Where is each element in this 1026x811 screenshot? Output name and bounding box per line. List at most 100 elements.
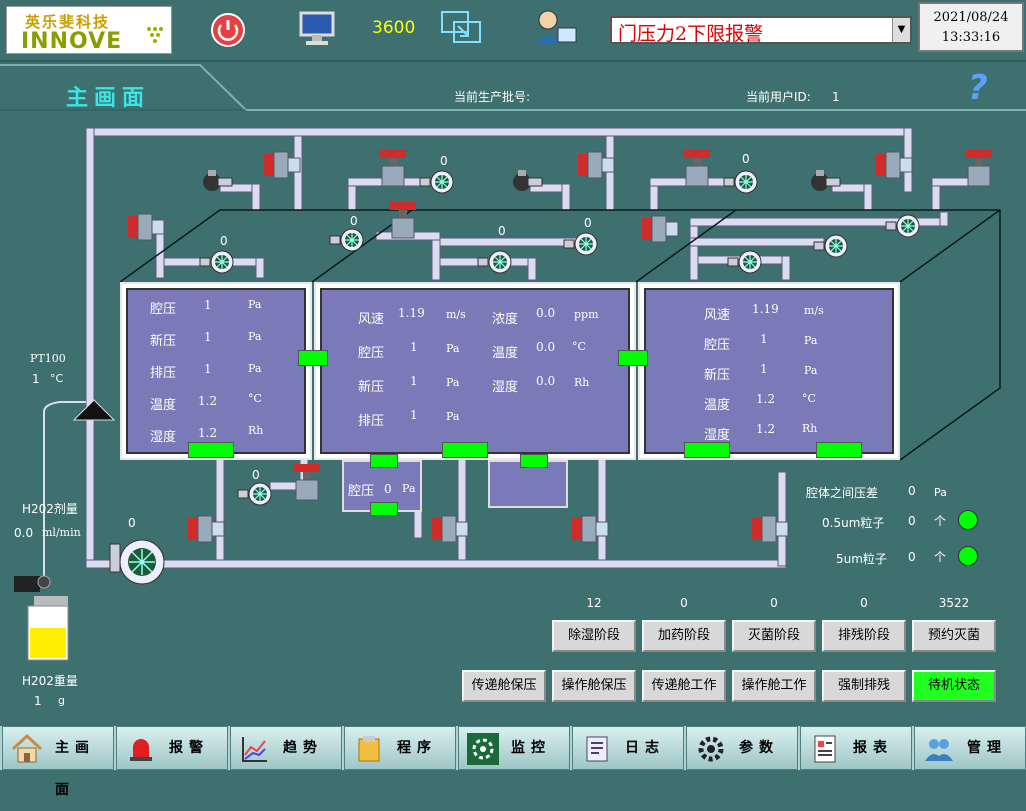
particle-05-unit: 个 [934,514,947,528]
pressure-diff-unit: Pa [934,486,947,499]
p1-row-label: 温度 [150,398,177,413]
p2-row-value: 0.0 [536,306,556,320]
chamber-panel-2-screen: 风速 1.19 m/s 腔压 1 Pa 新压 1 Pa 排压 1 Pa 浓度 0… [320,288,630,454]
nav-monitor[interactable]: 监控 [458,726,570,770]
standby-state-button[interactable]: 待机状态 [912,670,996,702]
p2-row-label: 排压 [358,414,385,429]
p3-row-label: 腔压 [704,338,731,353]
particle-05-value: 0 [908,514,916,528]
trend-chart-icon [242,737,267,762]
p2-row-unit: Pa [446,410,460,423]
p2-row-unit: Rh [574,376,590,389]
h2o2-weight-label: H202重量 [22,674,78,688]
nav-label: 参数 [739,740,779,756]
nav-log[interactable]: 日志 [572,726,684,770]
nav-alarm[interactable]: 报警 [116,726,228,770]
h2o2-weight-value: 1 [34,694,42,708]
sterilize-stage-button[interactable]: 灭菌阶段 [732,620,816,652]
p2-row-value: 1 [410,340,418,354]
p2-row-label: 湿度 [492,380,519,395]
p1-row-label: 湿度 [150,430,177,445]
particle-5-unit: 个 [934,550,947,564]
nav-trend[interactable]: 趋势 [230,726,342,770]
p2-row-value: 1 [410,374,418,388]
stage-count: 0 [680,596,688,610]
p1-row-unit: °C [248,392,262,405]
p2-row-unit: Pa [446,342,460,355]
pt100-unit: °C [50,372,64,385]
operation-work-button[interactable]: 操作舱工作 [732,670,816,702]
p1-row-unit: Rh [248,424,264,437]
door-indicator[interactable] [188,442,234,458]
p2-row-label: 新压 [358,380,385,395]
door-indicator[interactable] [298,350,328,366]
door-indicator[interactable] [618,350,648,366]
p1-row-value: 1 [204,362,212,376]
nav-program[interactable]: 程序 [344,726,456,770]
chamber-panel-2: 风速 1.19 m/s 腔压 1 Pa 新压 1 Pa 排压 1 Pa 浓度 0… [314,282,636,460]
particle-05-indicator [958,510,978,530]
nav-label: 报警 [169,740,209,756]
p3-row-value: 1.2 [756,422,776,436]
particle-5-indicator [958,546,978,566]
program-folder-icon [358,736,380,762]
small-chamber-value: 0 [384,482,392,496]
particle-5-label: 5um粒子 [836,552,887,566]
p3-row-label: 温度 [704,398,731,413]
nav-report[interactable]: 报表 [800,726,912,770]
exhaust-stage-button[interactable]: 排残阶段 [822,620,906,652]
nav-params[interactable]: 参数 [686,726,798,770]
door-indicator[interactable] [684,442,730,458]
small-chamber-label: 腔压 [348,484,375,499]
dosing-stage-button[interactable]: 加药阶段 [642,620,726,652]
pt100-label: PT100 [30,352,66,365]
fan-value: 0 [742,152,750,166]
door-indicator[interactable] [520,454,548,468]
force-exhaust-button[interactable]: 强制排残 [822,670,906,702]
p2-row-unit: °C [572,340,586,353]
door-indicator[interactable] [370,454,398,468]
nav-manage[interactable]: 管理 [914,726,1026,770]
door-indicator[interactable] [370,502,398,516]
monitor-gear-icon [467,733,499,765]
fan-value: 0 [252,468,260,482]
chamber-panel-1-screen: 腔压 1 Pa 新压 1 Pa 排压 1 Pa 温度 1.2 °C 湿度 1.2… [126,288,306,454]
p3-row-unit: Rh [802,422,818,435]
p1-row-label: 腔压 [150,302,177,317]
p3-row-value: 1.2 [756,392,776,406]
door-indicator[interactable] [816,442,862,458]
p2-row-label: 风速 [358,312,385,327]
operation-hold-pressure-button[interactable]: 操作舱保压 [552,670,636,702]
pressure-diff-value: 0 [908,484,916,498]
chamber-panel-3-screen: 风速 1.19 m/s 腔压 1 Pa 新压 1 Pa 温度 1.2 °C 湿度… [644,288,894,454]
gear-icon [698,736,724,762]
dehumidify-stage-button[interactable]: 除湿阶段 [552,620,636,652]
stage-count: 0 [860,596,868,610]
users-icon [925,739,953,761]
p2-row-unit: m/s [446,308,466,321]
nav-label: 监控 [511,740,551,756]
fan-value: 0 [440,154,448,168]
pt100-value: 1 [32,372,40,386]
door-indicator[interactable] [442,442,488,458]
p1-row-unit: Pa [248,330,262,343]
p3-row-unit: m/s [804,304,824,317]
particle-05-label: 0.5um粒子 [822,516,885,530]
transfer-work-button[interactable]: 传递舱工作 [642,670,726,702]
p1-row-value: 1 [204,298,212,312]
nav-label: 主画面 [55,740,95,798]
p3-row-unit: Pa [804,334,818,347]
transfer-hold-pressure-button[interactable]: 传递舱保压 [462,670,546,702]
pressure-diff-label: 腔体之间压差 [806,486,879,500]
nav-main-screen[interactable]: 主画面 [2,726,114,798]
p3-row-value: 1 [760,332,768,346]
fan-value: 0 [498,224,506,238]
p3-row-label: 新压 [704,368,731,383]
h2o2-dose-value: 0.0 [14,526,34,540]
p3-row-unit: °C [802,392,816,405]
stage-count: 3522 [938,596,970,610]
scheduled-sterilize-button[interactable]: 预约灭菌 [912,620,996,652]
home-icon [11,733,43,763]
fan-value: 0 [220,234,228,248]
stage-count: 0 [770,596,778,610]
